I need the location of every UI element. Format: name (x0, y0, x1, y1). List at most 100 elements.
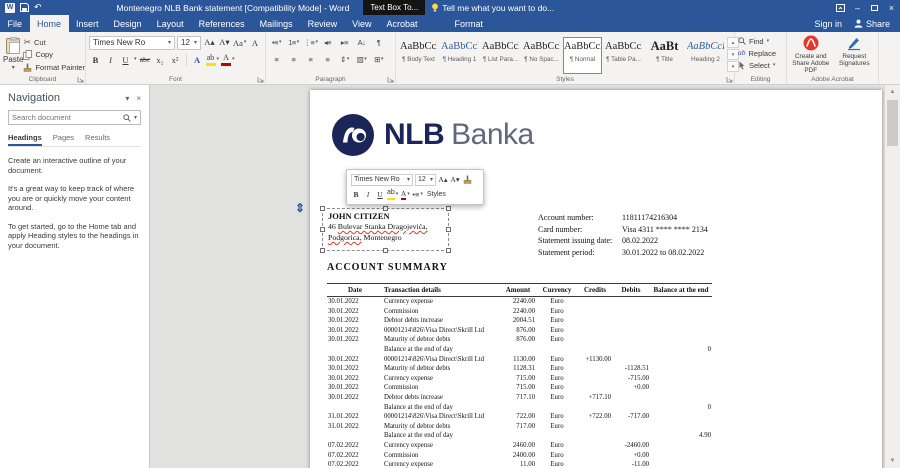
mini-font-family-select[interactable]: Times New Ro ▾ (351, 173, 413, 186)
font-family-select[interactable]: Times New Ro ▾ (89, 35, 175, 50)
save-icon[interactable] (20, 3, 29, 12)
search-input[interactable] (12, 113, 120, 122)
bold-button[interactable]: B (89, 53, 102, 67)
grow-font-button[interactable]: A▴ (203, 36, 216, 50)
dialog-launcher-icon[interactable] (386, 75, 394, 83)
numbering-button[interactable]: 1≡ ▾ (286, 36, 301, 50)
nav-tab[interactable]: Headings (8, 133, 42, 146)
object-anchor-icon[interactable]: ⇕ (295, 201, 305, 215)
style-card[interactable]: AaBbCcDc ¶ Body Text (399, 37, 438, 74)
scroll-down-icon[interactable]: ▼ (885, 454, 900, 468)
resize-handle[interactable] (446, 226, 451, 232)
font-color-button[interactable]: A ▾ (221, 53, 235, 67)
italic-button[interactable]: I (104, 53, 117, 67)
ribbon-tab[interactable]: Insert (69, 15, 107, 32)
style-card[interactable]: AaBbCcL ¶ Table Pa... (604, 37, 643, 74)
bullets-button[interactable]: •≡ ▾ (269, 36, 284, 50)
justify-button[interactable]: ≡ (320, 53, 335, 67)
paste-button[interactable]: Paste ▾ (3, 34, 23, 73)
shrink-font-button[interactable]: A▾ (450, 174, 460, 186)
underline-button[interactable]: U (375, 189, 385, 201)
search-icon[interactable] (123, 113, 131, 122)
mini-font-size-select[interactable]: 12 ▾ (415, 173, 436, 186)
resize-handle[interactable] (320, 206, 325, 211)
style-card[interactable]: AaBt ¶ Title (645, 37, 684, 74)
style-card[interactable]: AaBbCcL ¶ List Para... (481, 37, 520, 74)
recipient-text-box[interactable]: JOHN CITIZEN 46 Bulevar Stanka Dragojevi… (320, 206, 451, 253)
italic-button[interactable]: I (363, 189, 373, 201)
dialog-launcher-icon[interactable] (725, 75, 733, 83)
sort-button[interactable]: A↓ (354, 36, 369, 50)
restore-icon[interactable] (866, 0, 883, 15)
document-page[interactable]: NLB Banka Times New Ro ▾ 12 ▾ A▴ A▾ B I … (310, 90, 882, 468)
minimize-icon[interactable]: – (849, 0, 866, 15)
word-app-icon[interactable]: W (5, 2, 15, 13)
scrollbar-thumb[interactable] (887, 100, 898, 146)
superscript-button[interactable]: x² (169, 53, 182, 67)
copy-button[interactable]: Copy (23, 49, 85, 60)
share-button[interactable]: Share (854, 19, 890, 29)
show-hide-pilcrow-button[interactable]: ¶ (371, 36, 386, 50)
decrease-indent-button[interactable]: ◂≡ (320, 36, 335, 50)
align-center-button[interactable]: ≡ (286, 53, 301, 67)
underline-button[interactable]: U (119, 53, 132, 67)
create-pdf-button[interactable]: Create and Share Adobe PDF (790, 34, 832, 74)
chevron-down-icon[interactable]: ▾ (134, 115, 137, 121)
style-card[interactable]: AaBbCcDc ¶ Heading 1 (440, 37, 479, 74)
resize-handle[interactable] (320, 226, 325, 232)
ribbon-tab-format[interactable]: Format (447, 15, 491, 32)
vertical-scrollbar[interactable]: ▲ ▼ (884, 85, 900, 468)
change-case-button[interactable]: Aa ▾ (233, 36, 246, 50)
resize-handle[interactable] (382, 206, 388, 211)
ribbon-tab[interactable]: Layout (149, 15, 191, 32)
resize-handle[interactable] (320, 248, 325, 253)
ribbon-tab[interactable]: Mailings (252, 15, 300, 32)
multilevel-list-button[interactable]: ⋮≡ ▾ (303, 36, 318, 50)
tell-me-box[interactable]: Tell me what you want to do... (431, 3, 554, 13)
highlight-button[interactable]: ab ▾ (387, 189, 398, 201)
chevron-down-icon[interactable]: ▾ (125, 94, 129, 103)
ribbon-display-options-icon[interactable] (832, 0, 849, 15)
text-effects-button[interactable]: A (191, 53, 204, 67)
format-painter-button[interactable]: Format Painter (23, 62, 85, 73)
resize-handle[interactable] (446, 248, 451, 253)
ribbon-tab[interactable]: Acrobat (379, 15, 425, 32)
grow-font-button[interactable]: A▴ (438, 174, 448, 186)
style-card[interactable]: AaBbCcL ¶ Normal (563, 37, 602, 74)
chevron-down-icon[interactable]: ▾ (134, 57, 137, 62)
close-pane-icon[interactable]: × (136, 94, 141, 103)
mini-styles-button[interactable]: Styles (427, 191, 446, 198)
bold-button[interactable]: B (351, 189, 361, 201)
highlight-button[interactable]: ab ▾ (205, 53, 219, 67)
ribbon-tab[interactable]: File (0, 15, 30, 32)
scroll-up-icon[interactable]: ▲ (885, 85, 900, 99)
ribbon-tab[interactable]: Home (29, 15, 69, 32)
shading-button[interactable]: ▨ ▾ (354, 53, 369, 67)
find-button[interactable]: Find ▾ (738, 35, 783, 47)
dialog-launcher-icon[interactable] (256, 75, 264, 83)
close-icon[interactable]: × (883, 0, 900, 15)
text-box-tools-label[interactable]: Text Box To... (363, 0, 426, 15)
ribbon-tab[interactable]: View (345, 15, 379, 32)
strikethrough-button[interactable]: abc (139, 53, 152, 67)
nav-tab[interactable]: Results (85, 133, 110, 146)
increase-indent-button[interactable]: ▸≡ (337, 36, 352, 50)
select-button[interactable]: Select ▾ (738, 59, 783, 71)
sign-in-link[interactable]: Sign in (814, 19, 842, 29)
align-right-button[interactable]: ≡ (303, 53, 318, 67)
resize-handle[interactable] (382, 248, 388, 253)
subscript-button[interactable]: x₂ (154, 53, 167, 67)
ribbon-tab[interactable]: Design (106, 15, 149, 32)
undo-icon[interactable]: ↶ (34, 3, 42, 12)
nav-tab[interactable]: Pages (53, 133, 74, 146)
style-card[interactable]: AaBbCcL ¶ No Spac... (522, 37, 561, 74)
document-canvas[interactable]: ⇕ NLB Banka Times New Ro ▾ 12 ▾ A▴ A▾ B … (150, 85, 884, 468)
search-box[interactable]: ▾ (8, 110, 141, 125)
ribbon-tab[interactable]: References (191, 15, 252, 32)
align-left-button[interactable]: ≡ (269, 53, 284, 67)
clear-formatting-button[interactable]: A (248, 36, 261, 50)
replace-button[interactable]: ab Replace (738, 47, 783, 59)
ribbon-tab[interactable]: Review (300, 15, 345, 32)
shrink-font-button[interactable]: A▾ (218, 36, 231, 50)
dialog-launcher-icon[interactable] (76, 75, 84, 83)
